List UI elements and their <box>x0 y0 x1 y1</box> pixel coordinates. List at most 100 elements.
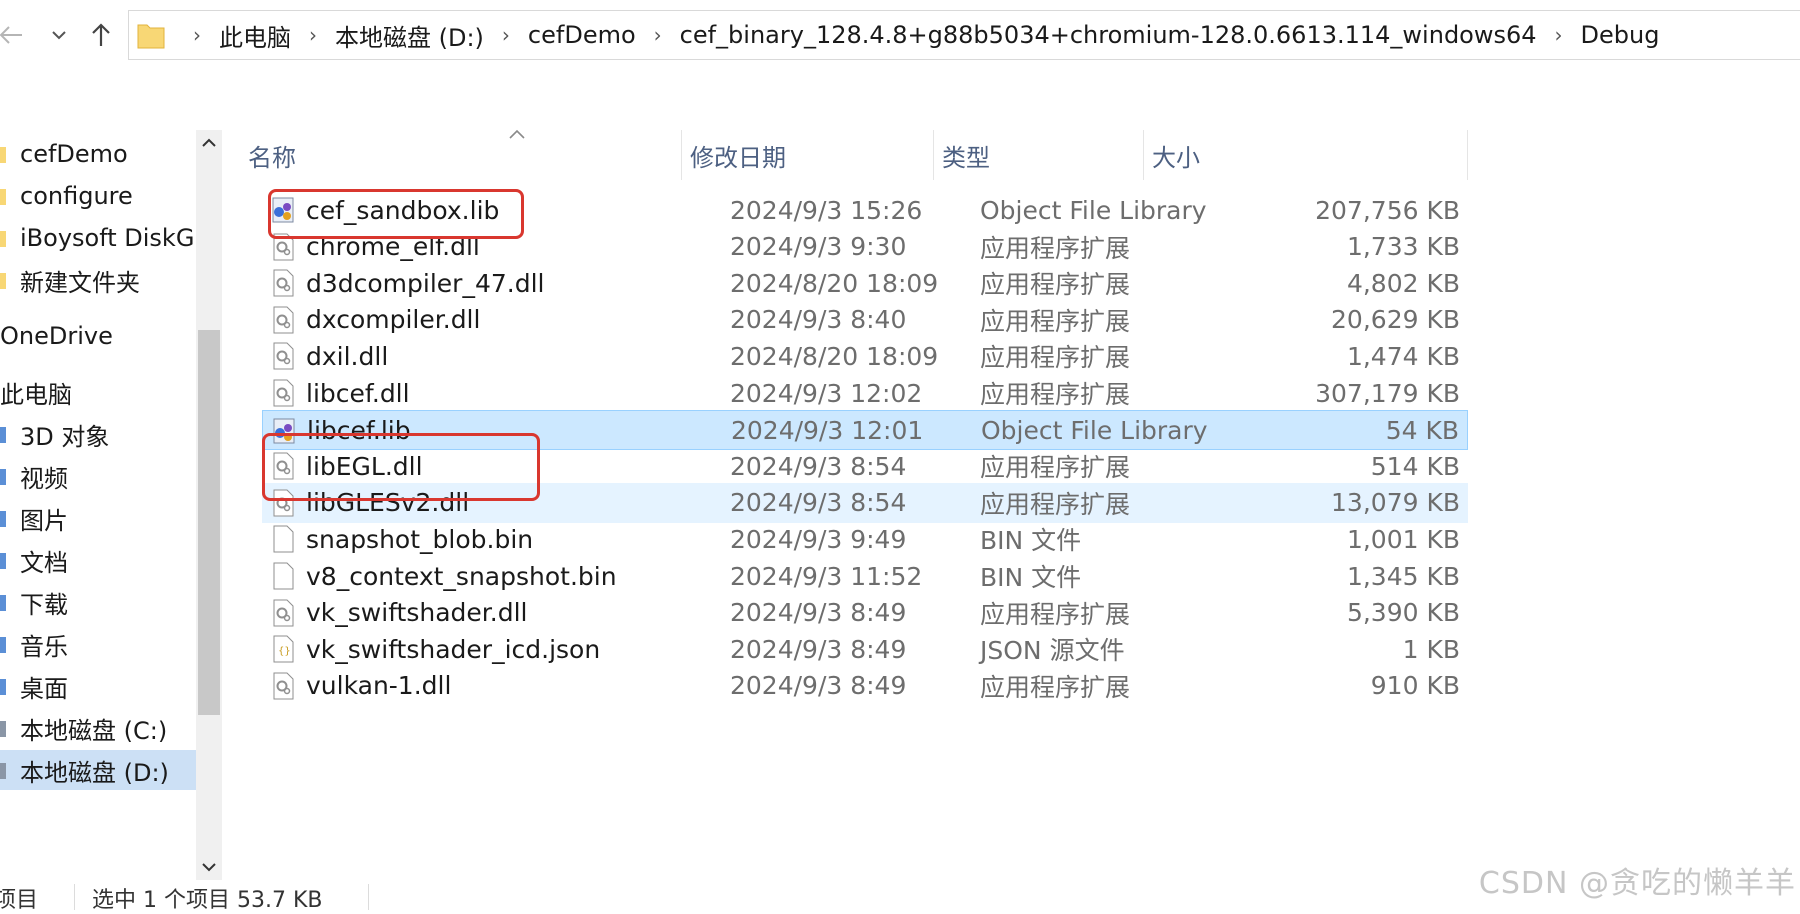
nav-item[interactable]: 图片 <box>0 498 68 538</box>
dll-file-icon <box>270 268 296 298</box>
nav-item[interactable]: 新建文件夹 <box>0 260 140 300</box>
scroll-down-arrow[interactable] <box>196 854 222 880</box>
chevron-down-icon <box>52 31 66 40</box>
3d-objects-icon <box>0 421 14 447</box>
dll-file-icon <box>270 451 296 481</box>
nav-item[interactable]: 3D 对象 <box>0 414 109 454</box>
breadcrumb-separator[interactable]: › <box>309 23 317 47</box>
nav-item[interactable]: 文档 <box>0 540 68 580</box>
file-name: libEGL.dll <box>306 451 423 481</box>
file-name-cell: libcef.lib <box>271 411 411 451</box>
file-row[interactable]: {} vk_swiftshader_icd.json 2024/9/3 8:49 JS… <box>262 629 1468 669</box>
file-row[interactable]: cef_sandbox.lib 2024/9/3 15:26 Object File… <box>262 190 1468 230</box>
column-headers: 名称 修改日期 类型 大小 <box>240 130 1468 180</box>
file-date-cell: 2024/9/3 9:30 <box>730 232 907 262</box>
file-date-cell: 2024/9/3 11:52 <box>730 561 923 591</box>
address-bar[interactable]: › 此电脑 › 本地磁盘 (D:) › cefDemo › cef_binary… <box>128 10 1800 60</box>
blank-file-icon <box>270 561 296 591</box>
file-date-cell: 2024/9/3 8:54 <box>730 451 907 481</box>
file-date-cell: 2024/9/3 12:01 <box>731 416 924 446</box>
breadcrumb-drive-d[interactable]: 本地磁盘 (D:) <box>335 18 484 53</box>
file-size-cell: 13,079 KB <box>1331 488 1460 518</box>
file-row[interactable]: dxil.dll 2024/8/20 18:09 应用程序扩展 1,474 KB <box>262 336 1468 376</box>
file-row[interactable]: libEGL.dll 2024/9/3 8:54 应用程序扩展 514 KB <box>262 446 1468 486</box>
navigation-scrollbar[interactable] <box>196 130 222 880</box>
back-button[interactable] <box>0 14 26 56</box>
status-divider <box>368 884 369 910</box>
nav-item-label: 图片 <box>20 506 68 535</box>
nav-item-label: cefDemo <box>20 140 128 168</box>
drive-icon <box>0 757 14 783</box>
column-header-name[interactable]: 名称 <box>240 130 682 180</box>
nav-item[interactable]: OneDrive <box>0 316 113 356</box>
breadcrumb-cefdemo[interactable]: cefDemo <box>528 21 636 49</box>
file-row[interactable]: libcef.dll 2024/9/3 12:02 应用程序扩展 307,179 KB <box>262 373 1468 413</box>
nav-item[interactable]: cefDemo <box>0 134 128 174</box>
file-name: dxil.dll <box>306 341 389 371</box>
file-name-cell: cef_sandbox.lib <box>270 190 499 230</box>
up-arrow-icon <box>92 23 110 46</box>
nav-item[interactable]: 本地磁盘 (D:) <box>0 750 196 790</box>
breadcrumb-separator[interactable]: › <box>193 23 201 47</box>
nav-item[interactable]: iBoysoft DiskG <box>0 218 194 258</box>
file-row[interactable]: dxcompiler.dll 2024/9/3 8:40 应用程序扩展 20,629 … <box>262 300 1468 340</box>
blank-file-icon <box>270 524 296 554</box>
file-name: libGLESv2.dll <box>306 488 470 518</box>
up-button[interactable] <box>84 14 118 56</box>
file-name-cell: {} vk_swiftshader_icd.json <box>270 629 600 669</box>
nav-item[interactable]: 下载 <box>0 582 68 622</box>
nav-item-label: 3D 对象 <box>20 422 110 451</box>
pictures-icon <box>0 505 14 531</box>
nav-item[interactable]: configure <box>0 176 133 216</box>
nav-item[interactable]: 视频 <box>0 456 68 496</box>
scrollbar-thumb[interactable] <box>198 330 220 715</box>
dll-file-icon <box>270 341 296 371</box>
file-name: vk_swiftshader_icd.json <box>306 634 601 664</box>
dll-file-icon <box>270 232 296 262</box>
file-size-cell: 1,001 KB <box>1346 524 1460 554</box>
file-type-cell: 应用程序扩展 <box>980 233 1131 263</box>
column-header-type[interactable]: 类型 <box>934 130 1144 180</box>
nav-item[interactable]: 此电脑 <box>0 372 72 412</box>
file-type-cell: 应用程序扩展 <box>980 599 1131 629</box>
file-size-cell: 1,733 KB <box>1346 232 1460 262</box>
file-type-cell: 应用程序扩展 <box>980 453 1131 483</box>
nav-item[interactable]: 本地磁盘 (C:) <box>0 708 167 748</box>
column-header-size[interactable]: 大小 <box>1144 130 1468 180</box>
file-row[interactable]: vulkan-1.dll 2024/9/3 8:49 应用程序扩展 910 KB <box>262 666 1468 706</box>
file-row[interactable]: libcef.lib 2024/9/3 12:01 Object File Libr… <box>262 409 1468 451</box>
breadcrumb-separator[interactable]: › <box>502 23 510 47</box>
breadcrumb-cef-binary[interactable]: cef_binary_128.4.8+g88b5034+chromium-128… <box>680 21 1537 49</box>
breadcrumb-separator[interactable]: › <box>1555 23 1563 47</box>
address-toolbar: › 此电脑 › 本地磁盘 (D:) › cefDemo › cef_binary… <box>0 0 1800 70</box>
file-type-cell: Object File Library <box>980 195 1207 225</box>
nav-item[interactable]: 桌面 <box>0 666 68 706</box>
lib-file-icon <box>271 416 297 446</box>
file-name: libcef.dll <box>306 378 410 408</box>
file-date-cell: 2024/9/3 8:49 <box>730 598 907 628</box>
file-row[interactable]: snapshot_blob.bin 2024/9/3 9:49 BIN 文件 1,00… <box>262 519 1468 559</box>
recent-locations-button[interactable] <box>44 14 74 56</box>
file-date-cell: 2024/9/3 12:02 <box>730 378 923 408</box>
dll-file-icon <box>270 598 296 628</box>
breadcrumb-separator[interactable]: › <box>654 23 662 47</box>
file-name-cell: snapshot_blob.bin <box>270 519 533 559</box>
music-icon <box>0 631 14 657</box>
dll-file-icon <box>270 305 296 335</box>
file-name: libcef.lib <box>307 416 411 446</box>
documents-icon <box>0 547 14 573</box>
file-list: 名称 修改日期 类型 大小 cef_sandbox.lib 2024/9/3 15… <box>240 128 1800 878</box>
file-row[interactable]: vk_swiftshader.dll 2024/9/3 8:49 应用程序扩展 5,3… <box>262 593 1468 633</box>
nav-item-label: 本地磁盘 (D:) <box>20 758 169 787</box>
scroll-up-arrow[interactable] <box>196 130 222 156</box>
file-row[interactable]: v8_context_snapshot.bin 2024/9/3 11:52 BIN… <box>262 556 1468 596</box>
column-header-date[interactable]: 修改日期 <box>682 130 934 180</box>
breadcrumb-this-pc[interactable]: 此电脑 <box>219 18 291 53</box>
desktop-icon <box>0 673 14 699</box>
nav-item[interactable]: 音乐 <box>0 624 68 664</box>
file-row[interactable]: chrome_elf.dll 2024/9/3 9:30 应用程序扩展 1,733 K… <box>262 227 1468 267</box>
file-size-cell: 5,390 KB <box>1346 598 1460 628</box>
breadcrumb-debug[interactable]: Debug <box>1581 21 1660 49</box>
file-row[interactable]: libGLESv2.dll 2024/9/3 8:54 应用程序扩展 13,079 K… <box>262 482 1468 523</box>
file-row[interactable]: d3dcompiler_47.dll 2024/8/20 18:09 应用程序扩展 4… <box>262 263 1468 303</box>
